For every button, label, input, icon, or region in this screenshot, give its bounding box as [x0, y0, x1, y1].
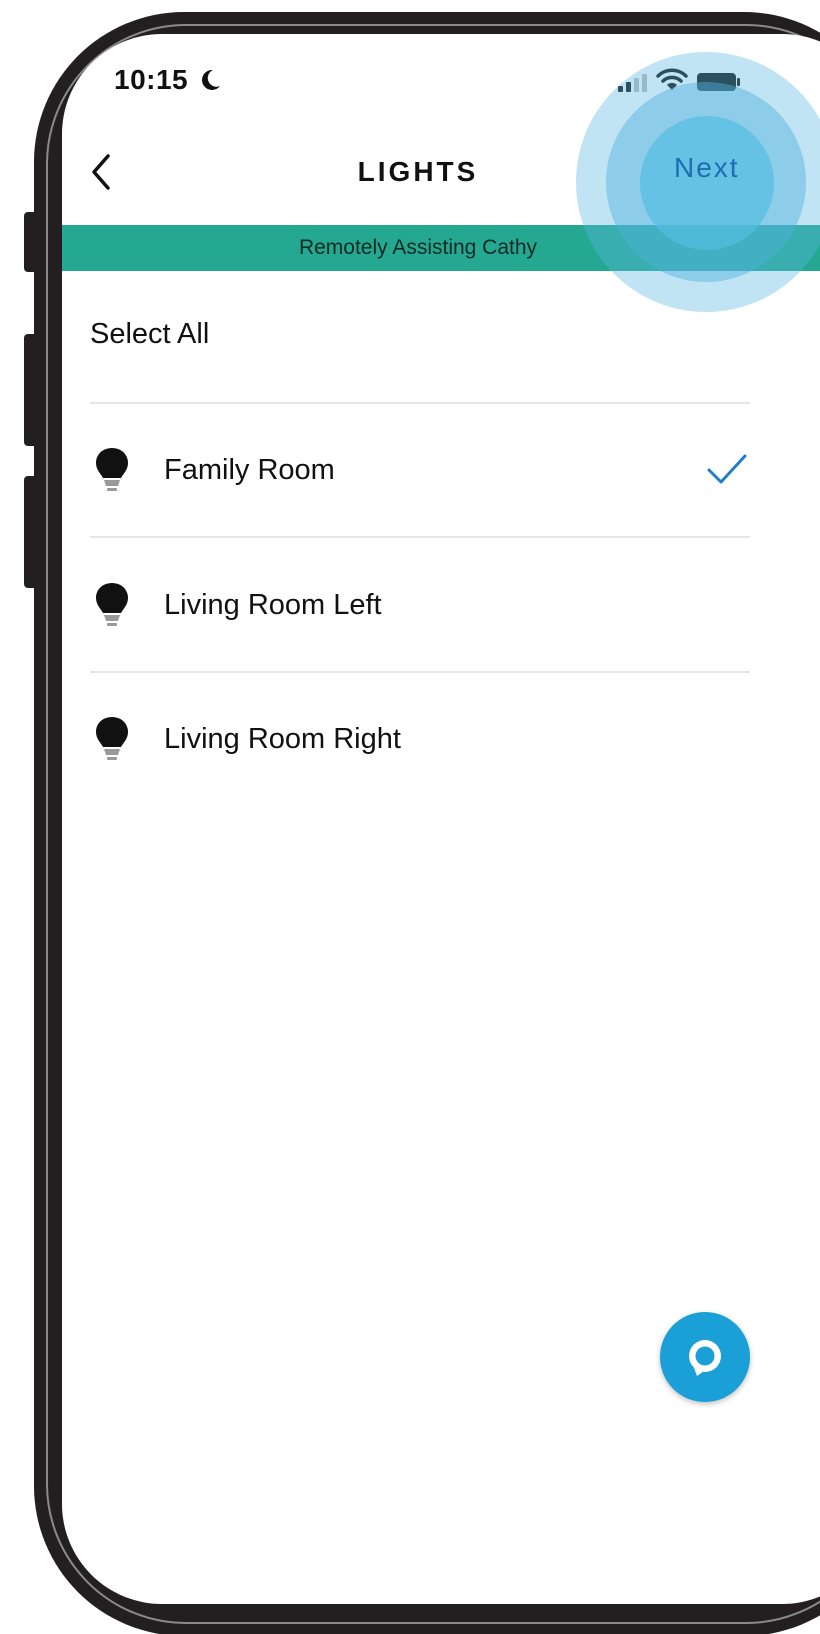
- phone-mockup: 10:15 LIGHTS Remotely Assisting Cathy Ne…: [0, 0, 820, 1634]
- lightbulb-icon: [96, 583, 128, 626]
- select-all-button[interactable]: Select All: [90, 318, 209, 351]
- checkmark-icon: [707, 454, 747, 484]
- light-label: Living Room Left: [164, 589, 382, 621]
- divider: [90, 536, 750, 538]
- next-button[interactable]: Next: [674, 152, 740, 184]
- lightbulb-icon: [96, 448, 128, 491]
- divider: [90, 402, 750, 404]
- light-row-living-room-right[interactable]: Living Room Right: [90, 695, 750, 785]
- light-row-family-room[interactable]: Family Room: [90, 426, 750, 516]
- alexa-icon: [689, 1340, 721, 1376]
- divider: [90, 671, 750, 673]
- light-label: Living Room Right: [164, 723, 401, 755]
- app-screen: 10:15 LIGHTS Remotely Assisting Cathy Ne…: [62, 34, 820, 1604]
- status-time: 10:15: [114, 64, 189, 95]
- alexa-button[interactable]: [660, 1312, 750, 1402]
- lightbulb-icon: [96, 717, 128, 760]
- light-label: Family Room: [164, 454, 335, 486]
- moon-icon: [202, 69, 220, 90]
- light-row-living-room-left[interactable]: Living Room Left: [90, 561, 750, 651]
